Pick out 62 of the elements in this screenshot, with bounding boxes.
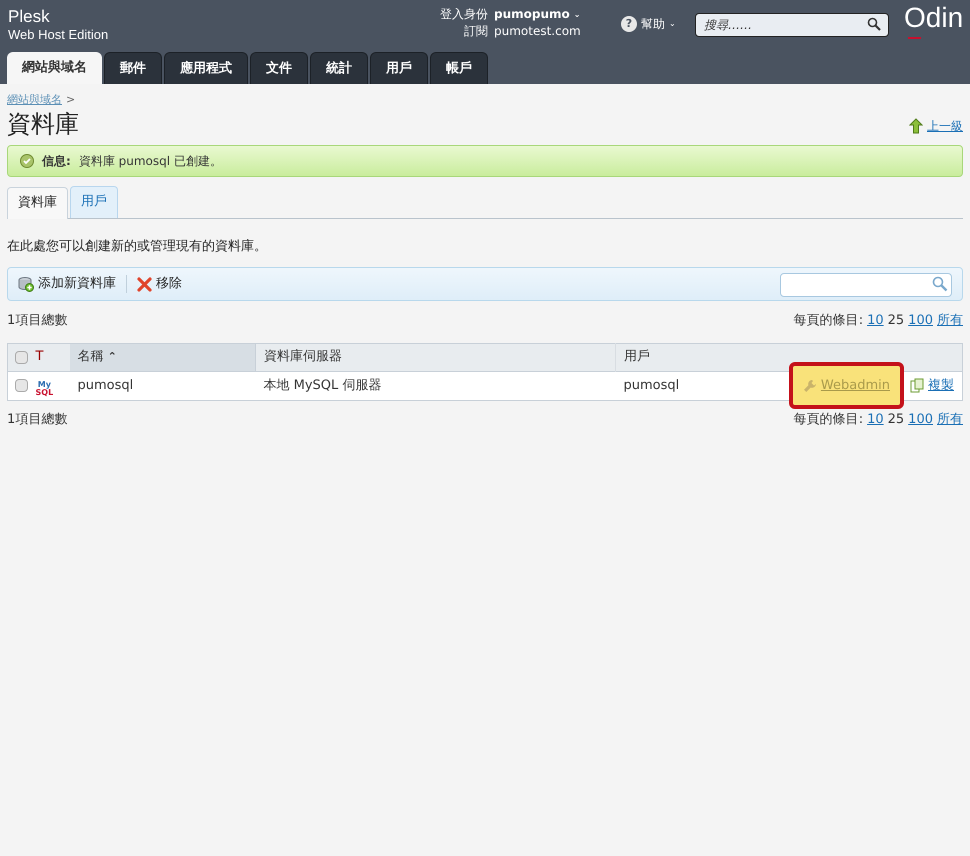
per-page-link[interactable]: 100: [908, 311, 933, 330]
help-icon: ?: [621, 16, 637, 32]
per-page-link[interactable]: 所有: [937, 311, 963, 330]
brand-name: Plesk: [8, 6, 51, 28]
copy-link[interactable]: 複製: [910, 376, 954, 396]
breadcrumb-separator: >: [66, 92, 76, 108]
login-label: 登入身份: [440, 6, 488, 23]
caret-icon: ⌄: [669, 18, 676, 30]
user-menu[interactable]: pumopumo ⌄: [494, 6, 581, 23]
per-page-label: 每頁的條目:: [794, 410, 864, 428]
table-cell: pumosql: [616, 371, 772, 400]
sort-arrow-icon: ⌃: [108, 350, 117, 364]
column-header: T: [36, 349, 44, 364]
total-count: 1項目總數: [7, 312, 68, 330]
subscription-label: 訂閱: [463, 23, 488, 40]
description-text: 在此處您可以創建新的或管理現有的資料庫。: [7, 238, 268, 256]
row-checkbox[interactable]: [15, 379, 28, 392]
main-tab[interactable]: 郵件: [104, 52, 162, 84]
database-add-icon: [18, 276, 34, 292]
logo-underline: [908, 37, 921, 39]
copy-icon: [910, 378, 924, 393]
message-text: 資料庫 pumosql 已創建。: [78, 152, 222, 170]
subscription-name: pumotest.com: [494, 23, 581, 40]
sub-tab[interactable]: 資料庫: [7, 186, 68, 218]
per-page-option[interactable]: 25: [888, 311, 904, 330]
main-tab[interactable]: 應用程式: [164, 52, 248, 84]
odin-logo: Odin: [904, 4, 964, 32]
main-tab[interactable]: 文件: [250, 52, 308, 84]
main-tab[interactable]: 網站與域名: [7, 52, 102, 84]
main-tab[interactable]: 統計: [310, 52, 368, 84]
sub-tab[interactable]: 用戶: [70, 186, 118, 218]
main-tab[interactable]: 帳戶: [430, 52, 488, 84]
main-tab[interactable]: 用戶: [370, 52, 428, 84]
caret-icon: ⌄: [574, 6, 580, 23]
per-page-link[interactable]: 10: [867, 311, 884, 330]
table-cell: 本地 MySQL 伺服器: [256, 371, 616, 400]
per-page-link[interactable]: 所有: [937, 410, 963, 429]
per-page-option[interactable]: 25: [888, 410, 904, 429]
check-icon: [20, 154, 34, 168]
remove-button[interactable]: 移除: [137, 274, 182, 294]
per-page-link[interactable]: 100: [908, 410, 933, 429]
column-header[interactable]: 資料庫伺服器: [256, 343, 616, 371]
add-database-button[interactable]: 添加新資料庫: [18, 274, 116, 294]
help-menu[interactable]: ? 幫助 ⌄: [621, 15, 676, 33]
search-field[interactable]: 搜尋……: [695, 13, 889, 37]
brand-edition: Web Host Edition: [8, 27, 108, 44]
page-title: 資料庫: [7, 108, 79, 138]
per-page-link[interactable]: 10: [867, 410, 884, 429]
select-all-checkbox[interactable]: [15, 350, 28, 364]
up-level-link[interactable]: 上一級: [909, 116, 963, 134]
mysql-icon: My SQL: [36, 381, 54, 397]
remove-icon: [137, 276, 152, 292]
column-header[interactable]: 名稱 ⌃: [70, 343, 256, 371]
message-label: 信息:: [42, 152, 71, 170]
total-count: 1項目總數: [7, 410, 68, 428]
filter-field[interactable]: [780, 273, 952, 297]
up-arrow-icon: [909, 118, 923, 134]
search-icon: [932, 276, 948, 292]
table-cell: pumosql: [70, 371, 256, 400]
wrench-icon: [802, 378, 817, 392]
per-page-label: 每頁的條目:: [794, 312, 864, 330]
search-icon: [867, 17, 881, 31]
